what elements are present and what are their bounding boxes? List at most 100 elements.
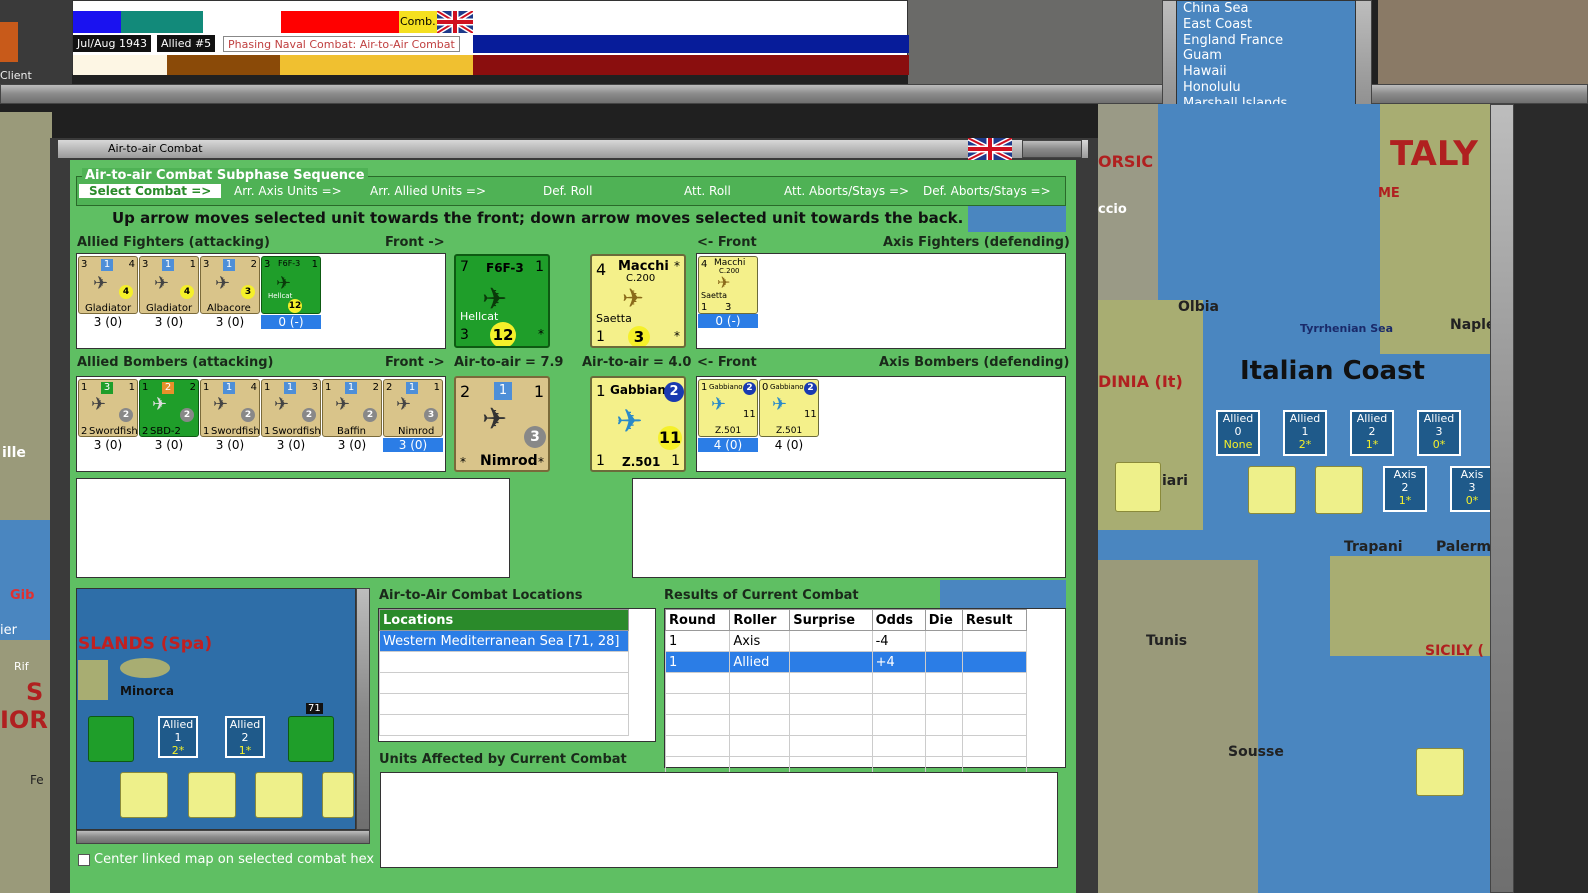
left-map[interactable]	[0, 112, 52, 893]
allied-bomber-counter[interactable]: 1 3 1 ✈ 2 2 Swordfish	[78, 379, 138, 437]
map-unit-counter[interactable]	[1248, 466, 1296, 514]
status-strip: Comb. Jul/Aug 1943 Allied #5 Phasing Nav…	[72, 0, 909, 75]
mini-map-counter[interactable]	[255, 772, 303, 818]
map-box[interactable]: Allied 2 1*	[1350, 410, 1394, 456]
step-arr-allied[interactable]: Arr. Allied Units =>	[370, 184, 486, 198]
allied-bombers-label: Allied Bombers (attacking)	[77, 355, 274, 370]
plane-icon: ✈	[396, 394, 412, 415]
allied-bomber-value: 3 (0)	[215, 438, 245, 452]
result-row[interactable]: 1 Axis -4	[664, 630, 1028, 652]
allied-bomber-counter[interactable]: 1 1 3 ✈ 2 1 Swordfish	[261, 379, 321, 437]
map-box[interactable]: Axis 2 1*	[1383, 466, 1427, 512]
selected-allied-bomber[interactable]: 2 1 1 ✈ 3 * Nimrod *	[454, 376, 550, 472]
step-def-roll[interactable]: Def. Roll	[543, 184, 592, 198]
sea-list-item[interactable]: China Sea	[1183, 1, 1349, 17]
allied-fighter-value: 0 (-)	[261, 315, 321, 329]
map-box[interactable]: Axis 3 0*	[1450, 466, 1494, 512]
place-label: Tunis	[1146, 633, 1188, 649]
left-map-label: ier	[0, 623, 17, 638]
macchi-plane-icon: ✈	[622, 284, 644, 314]
sea-list-item[interactable]: Hawaii	[1183, 64, 1349, 80]
plane-icon: ✈	[213, 394, 229, 415]
place-label: ME	[1378, 186, 1400, 201]
allied-fighter-counter[interactable]: 3 1 4 ✈ 4 Gladiator	[78, 256, 138, 314]
sea-list-item[interactable]: Honolulu	[1183, 80, 1349, 96]
locations-header: Locations	[379, 609, 629, 631]
map-box[interactable]: Allied 0 None	[1216, 410, 1260, 456]
allied-fighters-label: Allied Fighters (attacking)	[77, 235, 270, 250]
map-unit-counter[interactable]	[1315, 466, 1363, 514]
mini-map-counter[interactable]	[88, 716, 134, 762]
allied-bomber-value: 3 (0)	[383, 438, 443, 452]
place-label: Naple	[1450, 317, 1496, 333]
col-roller: Roller	[729, 609, 791, 631]
selected-axis-fighter[interactable]: 4 Macchi C.200 * ✈ Saetta 1 3 *	[590, 254, 686, 348]
result-row[interactable]: 1 Allied +4	[664, 651, 1028, 673]
axis-bombers-label: Axis Bombers (defending)	[879, 355, 1070, 370]
allied-bomber-value: 3 (0)	[93, 438, 123, 452]
allied-bomber-counter[interactable]: 1 1 4 ✈ 2 1 Swordfish	[200, 379, 260, 437]
allied-bomber-counter[interactable]: 1 2 2 ✈ 2 2 SBD-2	[139, 379, 199, 437]
center-linked-label: Center linked map on selected combat hex	[94, 852, 375, 867]
sea-list-item[interactable]: Guam	[1183, 48, 1349, 64]
center-linked-checkbox[interactable]	[78, 854, 90, 866]
map-box[interactable]: Allied 3 0*	[1417, 410, 1461, 456]
plane-icon: ✈	[717, 273, 731, 292]
photo-backdrop	[908, 0, 1162, 84]
left-map-label: ille	[2, 445, 26, 461]
mini-map-vscroll[interactable]	[356, 588, 370, 830]
uk-flag-icon	[966, 135, 1014, 163]
map-box[interactable]: Allied 1 2*	[1283, 410, 1327, 456]
vertical-scrollbar[interactable]	[1490, 104, 1514, 893]
plane-icon: ✈	[276, 273, 292, 294]
results-table[interactable]: Round Roller Surprise Odds Die Result 1A…	[664, 608, 1066, 778]
axis-fighter-counter[interactable]: 4 Macchi C.200 ✈ Saetta 1 3	[698, 256, 758, 314]
axis-bomber-counter[interactable]: 0 Gabbiano 2 ✈ 11 Z.501	[759, 379, 819, 437]
mini-map-counter[interactable]	[288, 716, 334, 762]
selected-allied-fighter[interactable]: 7 F6F-3 1 ✈ Hellcat 3 12 *	[454, 254, 550, 348]
step-att-aborts[interactable]: Att. Aborts/Stays =>	[784, 184, 909, 198]
mini-map-box[interactable]: Allied 2 1*	[225, 716, 265, 758]
dialog-titlebar[interactable]: Air-to-air Combat	[58, 140, 1088, 158]
allied-fighter-counter[interactable]: 3 1 1 ✈ 4 Gladiator	[139, 256, 199, 314]
allied-fighter-counter[interactable]: 3 F6F-3 1 ✈ 12 Hellcat	[261, 256, 321, 314]
allied-bomber-value: 3 (0)	[337, 438, 367, 452]
left-map-label: IOR	[0, 706, 48, 734]
map-unit-counter[interactable]	[1416, 748, 1464, 796]
mini-map-counter[interactable]	[188, 772, 236, 818]
locations-table[interactable]: Locations Western Mediterranean Sea [71,…	[378, 608, 656, 742]
units-affected-panel[interactable]	[380, 772, 1058, 868]
allied-fighter-counter[interactable]: 3 1 2 ✈ 3 Albacore	[200, 256, 260, 314]
app-icon[interactable]	[0, 22, 18, 62]
selected-axis-bomber[interactable]: 1 Gabbiano 2 ✈ 11 1 Z.501 1	[590, 376, 686, 472]
step-att-roll[interactable]: Att. Roll	[684, 184, 731, 198]
plane-icon: ✈	[215, 273, 231, 294]
mini-map-counter[interactable]	[120, 772, 168, 818]
sea-list-item[interactable]: East Coast	[1183, 17, 1349, 33]
front-label: Front ->	[385, 235, 445, 250]
step-arr-axis[interactable]: Arr. Axis Units =>	[234, 184, 342, 198]
step-def-aborts[interactable]: Def. Aborts/Stays =>	[923, 184, 1051, 198]
map-unit-counter[interactable]	[1115, 462, 1161, 512]
stack-count: 71	[306, 703, 323, 714]
comb-label: Comb.	[400, 15, 436, 28]
place-label: Trapani	[1344, 539, 1403, 555]
allied-bomber-counter[interactable]: 1 1 2 ✈ 2 Baffin	[322, 379, 382, 437]
location-row[interactable]: Western Mediterranean Sea [71, 28]	[379, 630, 629, 652]
window-controls[interactable]	[1022, 140, 1082, 158]
left-map-label: Rif	[14, 660, 29, 673]
mini-map-counter[interactable]	[322, 772, 354, 818]
allied-bomber-counter[interactable]: 2 1 1 ✈ 3 Nimrod	[383, 379, 443, 437]
axis-bomber-counter[interactable]: 1 Gabbiano 2 ✈ 11 Z.501	[698, 379, 758, 437]
sequence-bar: Air-to-air Combat Subphase Sequence Sele…	[76, 168, 1066, 206]
place-label: ORSIC	[1098, 152, 1154, 171]
allied-bomber-value: 3 (0)	[276, 438, 306, 452]
axis-reserve-panel[interactable]	[632, 478, 1066, 578]
allied-reserve-panel[interactable]	[76, 478, 510, 578]
mini-map-box[interactable]: Allied 1 2*	[158, 716, 198, 758]
sea-list-item[interactable]: England France	[1183, 33, 1349, 49]
left-map-label: Gib	[10, 588, 35, 603]
step-select-combat[interactable]: Select Combat =>	[79, 184, 222, 198]
mini-map-hscroll[interactable]	[76, 830, 370, 844]
plane-icon: ✈	[154, 273, 170, 294]
